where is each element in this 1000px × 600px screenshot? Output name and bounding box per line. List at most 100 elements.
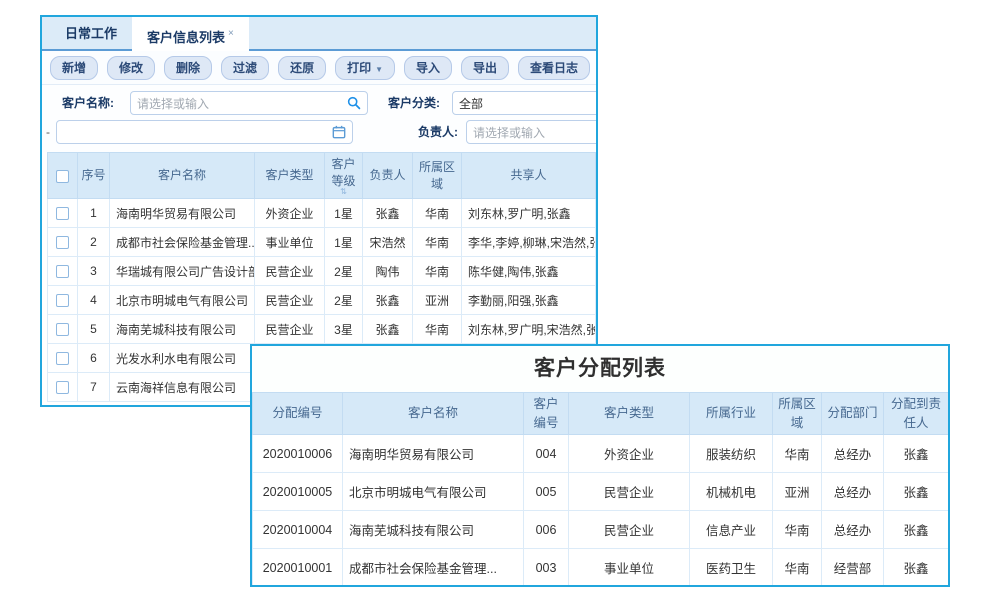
edit-button[interactable]: 修改 — [107, 56, 155, 80]
cell-type: 民营企业 — [255, 315, 325, 344]
cell-seq: 7 — [78, 373, 110, 402]
row-checkbox[interactable] — [56, 352, 69, 365]
owner-input[interactable]: 请选择或输入 — [466, 120, 598, 144]
cell-level: 2星 — [325, 257, 363, 286]
row-checkbox[interactable] — [56, 207, 69, 220]
customer-name-link[interactable]: 光发水利水电有限公司 — [110, 344, 255, 373]
cell-seq: 3 — [78, 257, 110, 286]
select-all-cell — [48, 153, 78, 199]
owner-placeholder: 请选择或输入 — [473, 124, 598, 141]
cell-shared: 李华,李婷,柳琳,宋浩然,张鑫 — [462, 228, 596, 257]
export-button[interactable]: 导出 — [461, 56, 509, 80]
header-region: 所属区域 — [413, 153, 462, 199]
cell-cust-no: 003 — [524, 549, 569, 587]
print-button[interactable]: 打印▼ — [335, 56, 395, 80]
customer-name-link[interactable]: 华瑞城有限公司广告设计部 — [110, 257, 255, 286]
delete-button[interactable]: 删除 — [164, 56, 212, 80]
header-cust-no: 客户编号 — [524, 393, 569, 435]
customer-name-link[interactable]: 海南明华贸易有限公司 — [110, 199, 255, 228]
row-checkbox[interactable] — [56, 323, 69, 336]
table-row: 2020010005 北京市明城电气有限公司 005 民营企业 机械机电 亚洲 … — [253, 473, 949, 511]
desktop-canvas: 日常工作 客户信息列表× 新增 修改 删除 过滤 还原 打印▼ 导入 导出 查看… — [0, 0, 1000, 600]
table-row: 2020010001 成都市社会保险基金管理... 003 事业单位 医药卫生 … — [253, 549, 949, 587]
customer-name-link[interactable]: 成都市社会保险基金管理... — [110, 228, 255, 257]
cell-type: 民营企业 — [255, 286, 325, 315]
table-row: 5 海南芜城科技有限公司 民营企业 3星 张鑫 华南 刘东林,罗广明,宋浩然,张… — [48, 315, 596, 344]
owner-link[interactable]: 张鑫 — [363, 315, 413, 344]
import-button[interactable]: 导入 — [404, 56, 452, 80]
cell-seq: 4 — [78, 286, 110, 315]
customer-name-placeholder: 请选择或输入 — [137, 95, 347, 112]
cell-type: 事业单位 — [255, 228, 325, 257]
cell-industry: 信息产业 — [690, 511, 773, 549]
cell-seq: 6 — [78, 344, 110, 373]
owner-label: 负责人: — [418, 120, 458, 144]
customer-name-link[interactable]: 北京市明城电气有限公司 — [343, 473, 524, 511]
alloc-no-link[interactable]: 2020010004 — [253, 511, 343, 549]
header-industry: 所属行业 — [690, 393, 773, 435]
customer-name-link[interactable]: 海南芜城科技有限公司 — [110, 315, 255, 344]
header-region: 所属区域 — [773, 393, 822, 435]
cell-region: 华南 — [773, 549, 822, 587]
filter-button[interactable]: 过滤 — [221, 56, 269, 80]
row-checkbox[interactable] — [56, 265, 69, 278]
row-checkbox[interactable] — [56, 381, 69, 394]
cell-seq: 5 — [78, 315, 110, 344]
owner-link[interactable]: 张鑫 — [363, 199, 413, 228]
cell-industry: 医药卫生 — [690, 549, 773, 587]
cell-industry: 机械机电 — [690, 473, 773, 511]
owner-link[interactable]: 宋浩然 — [363, 228, 413, 257]
tab-bar: 日常工作 客户信息列表× — [42, 17, 596, 51]
close-icon[interactable]: × — [228, 28, 234, 39]
table-row: 3 华瑞城有限公司广告设计部 民营企业 2星 陶伟 华南 陈华健,陶伟,张鑫 — [48, 257, 596, 286]
owner-link[interactable]: 陶伟 — [363, 257, 413, 286]
table-row: 2020010004 海南芜城科技有限公司 006 民营企业 信息产业 华南 总… — [253, 511, 949, 549]
assignee-link[interactable]: 张鑫 — [884, 435, 949, 473]
search-icon[interactable] — [347, 96, 361, 110]
assignee-link[interactable]: 张鑫 — [884, 549, 949, 587]
customer-category-select[interactable]: 全部 — [452, 91, 598, 115]
alloc-no-link[interactable]: 2020010006 — [253, 435, 343, 473]
date-input[interactable] — [56, 120, 353, 144]
cell-level: 1星 — [325, 228, 363, 257]
add-button[interactable]: 新增 — [50, 56, 98, 80]
cell-region: 华南 — [773, 511, 822, 549]
cell-dept: 总经办 — [822, 511, 884, 549]
view-log-button[interactable]: 查看日志 — [518, 56, 590, 80]
customer-name-link[interactable]: 海南芜城科技有限公司 — [343, 511, 524, 549]
customer-name-link[interactable]: 北京市明城电气有限公司 — [110, 286, 255, 315]
header-assignee: 分配到责任人 — [884, 393, 949, 435]
restore-button[interactable]: 还原 — [278, 56, 326, 80]
cell-dept: 总经办 — [822, 473, 884, 511]
select-all-checkbox[interactable] — [56, 170, 69, 183]
cell-type: 外资企业 — [255, 199, 325, 228]
customer-category-label: 客户分类: — [388, 91, 440, 115]
cell-dept: 总经办 — [822, 435, 884, 473]
alloc-no-link[interactable]: 2020010005 — [253, 473, 343, 511]
allocation-table: 分配编号 客户名称 客户编号 客户类型 所属行业 所属区域 分配部门 分配到责任… — [252, 392, 949, 587]
tab-daily-work[interactable]: 日常工作 — [50, 17, 132, 51]
assignee-link[interactable]: 张鑫 — [884, 511, 949, 549]
alloc-no-link[interactable]: 2020010001 — [253, 549, 343, 587]
table-row: 1 海南明华贸易有限公司 外资企业 1星 张鑫 华南 刘东林,罗广明,张鑫 — [48, 199, 596, 228]
sort-icon[interactable]: ⇅ — [327, 189, 360, 195]
cell-shared: 刘东林,罗广明,宋浩然,张鑫 — [462, 315, 596, 344]
cell-region: 华南 — [413, 199, 462, 228]
cell-type: 民营企业 — [569, 473, 690, 511]
header-alloc-no: 分配编号 — [253, 393, 343, 435]
row-checkbox[interactable] — [56, 236, 69, 249]
owner-link[interactable]: 张鑫 — [363, 286, 413, 315]
row-checkbox[interactable] — [56, 294, 69, 307]
customer-name-input[interactable]: 请选择或输入 — [130, 91, 368, 115]
cell-region: 华南 — [413, 315, 462, 344]
header-customer-name: 客户名称 — [110, 153, 255, 199]
cell-shared: 李勤丽,阳强,张鑫 — [462, 286, 596, 315]
customer-name-link[interactable]: 成都市社会保险基金管理... — [343, 549, 524, 587]
tab-customer-info-list[interactable]: 客户信息列表× — [132, 17, 249, 51]
customer-allocation-window: 客户分配列表 分配编号 客户名称 客户编号 客户类型 所属行业 所属区域 分配部… — [250, 344, 950, 587]
customer-name-link[interactable]: 云南海祥信息有限公司 — [110, 373, 255, 402]
calendar-icon[interactable] — [332, 125, 346, 139]
customer-name-link[interactable]: 海南明华贸易有限公司 — [343, 435, 524, 473]
assignee-link[interactable]: 张鑫 — [884, 473, 949, 511]
cell-cust-no: 005 — [524, 473, 569, 511]
